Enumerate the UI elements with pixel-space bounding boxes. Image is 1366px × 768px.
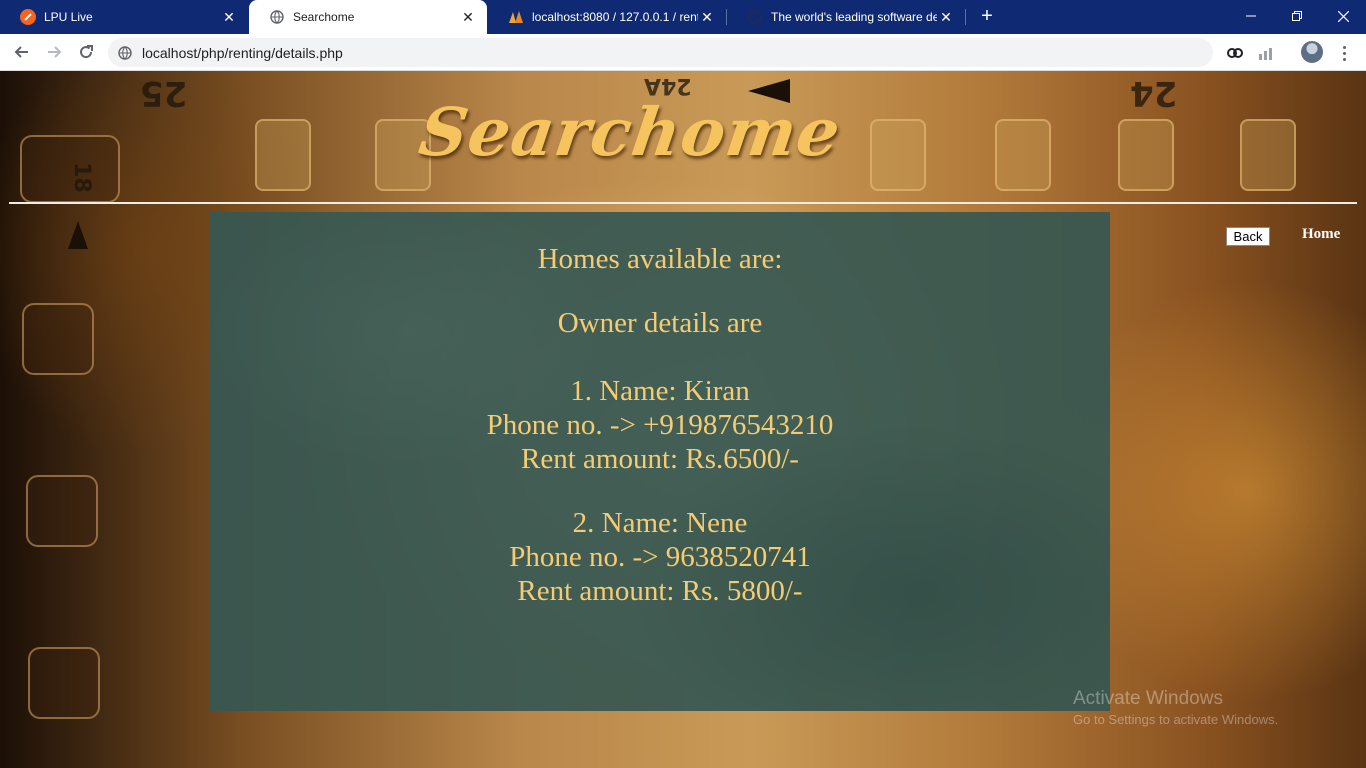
- details-panel: Homes available are: Owner details are 1…: [210, 212, 1110, 711]
- tab-github[interactable]: The world's leading software dev ✕: [727, 0, 965, 34]
- tab-phpmyadmin[interactable]: localhost:8080 / 127.0.0.1 / rentir ✕: [488, 0, 726, 34]
- github-icon: [747, 9, 763, 25]
- url-input[interactable]: [142, 44, 1042, 61]
- phpmyadmin-icon: [508, 9, 524, 25]
- owner-phone: Phone no. -> 9638520741: [509, 541, 811, 573]
- tab-lpu-live[interactable]: LPU Live ✕: [0, 0, 248, 34]
- lpu-icon: [20, 9, 36, 25]
- site-logo[interactable]: Searchome: [415, 93, 846, 171]
- arrow-left-icon: [14, 46, 28, 58]
- tab-searchome[interactable]: Searchome ✕: [249, 0, 487, 34]
- tab-strip: LPU Live ✕ Searchome ✕ localhost:8080 / …: [0, 0, 1366, 34]
- back-button[interactable]: Back: [1226, 227, 1270, 246]
- extension-icon[interactable]: [1222, 40, 1248, 66]
- close-tab-icon[interactable]: ✕: [698, 8, 716, 26]
- owner-entry-2: 2. Name: Nene Phone no. -> 9638520741 Re…: [210, 506, 1110, 608]
- film-number: 18: [68, 162, 94, 193]
- reload-icon: [80, 45, 93, 59]
- owner-name: 1. Name: Kiran: [570, 375, 750, 407]
- analytics-extension-icon[interactable]: [1254, 40, 1280, 66]
- tab-title: LPU Live: [44, 10, 93, 24]
- owner-rent: Rent amount: Rs.6500/-: [521, 443, 799, 475]
- profile-avatar[interactable]: [1301, 41, 1323, 63]
- close-tab-icon[interactable]: ✕: [459, 8, 477, 26]
- new-tab-button[interactable]: +: [975, 5, 999, 29]
- owner-rent: Rent amount: Rs. 5800/-: [517, 575, 803, 607]
- tab-title: localhost:8080 / 127.0.0.1 / rentir: [532, 10, 698, 24]
- film-number: 25: [140, 73, 188, 113]
- reload-button[interactable]: [72, 38, 100, 66]
- film-arrow-icon: [68, 221, 88, 249]
- owner-name: 2. Name: Nene: [572, 507, 748, 539]
- watermark-title: Activate Windows: [1073, 688, 1223, 709]
- tab-separator: [965, 9, 966, 25]
- close-tab-icon[interactable]: ✕: [937, 8, 955, 26]
- address-bar[interactable]: [108, 38, 1213, 67]
- tab-title: The world's leading software dev: [771, 10, 937, 24]
- arrow-right-icon: [48, 46, 62, 58]
- homes-heading: Homes available are:: [537, 243, 783, 275]
- close-window-button[interactable]: [1320, 0, 1366, 32]
- site-info-icon[interactable]: [118, 45, 132, 60]
- tab-title: Searchome: [293, 10, 355, 24]
- home-link[interactable]: Home: [1302, 226, 1340, 243]
- browser-menu-icon[interactable]: [1334, 40, 1354, 66]
- close-tab-icon[interactable]: ✕: [220, 8, 238, 26]
- minimize-button[interactable]: [1228, 0, 1274, 32]
- film-number: 24: [1130, 73, 1178, 113]
- owner-phone: Phone no. -> +919876543210: [486, 409, 834, 441]
- back-nav-button[interactable]: [8, 38, 36, 66]
- page-viewport: 25 24A 24 18 Searchome Back Home Homes a…: [0, 71, 1366, 768]
- owner-entry-1: 1. Name: Kiran Phone no. -> +91987654321…: [210, 374, 1110, 476]
- forward-nav-button[interactable]: [40, 38, 68, 66]
- restore-button[interactable]: [1274, 0, 1320, 32]
- owner-details-heading: Owner details are: [557, 307, 763, 339]
- browser-toolbar: [0, 34, 1366, 71]
- activate-windows-watermark: Activate Windows Go to Settings to activ…: [1073, 688, 1278, 727]
- globe-icon: [269, 9, 285, 25]
- header-divider: [9, 202, 1357, 204]
- watermark-subtitle: Go to Settings to activate Windows.: [1073, 712, 1279, 727]
